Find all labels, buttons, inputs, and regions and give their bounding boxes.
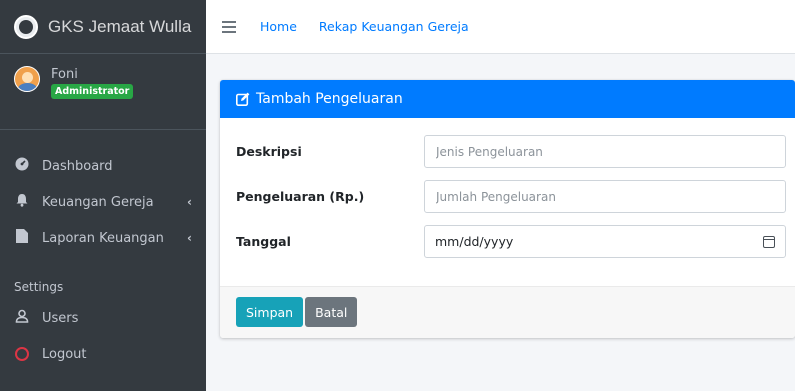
settings-header: Settings [14,280,64,294]
circle-icon [15,347,29,361]
chevron-left-icon: ‹ [187,231,192,245]
deskripsi-input[interactable] [424,135,786,168]
edit-icon [236,92,250,106]
pengeluaran-label: Pengeluaran (Rp.) [236,189,365,204]
form-row-deskripsi: Deskripsi [236,135,786,168]
sidebar-item-users[interactable]: Users [0,300,206,336]
user-panel: Foni Administrator [0,54,206,130]
nav-link-home[interactable]: Home [260,19,297,34]
chevron-left-icon: ‹ [187,195,192,209]
user-name[interactable]: Foni [51,67,133,82]
form-row-pengeluaran: Pengeluaran (Rp.) [236,180,786,213]
sidebar-item-logout[interactable]: Logout [0,336,206,372]
tachometer-icon [14,157,30,175]
sidebar-item-laporan-keuangan[interactable]: Laporan Keuangan ‹ [0,220,206,256]
sidebar-item-label: Users [42,310,79,326]
avatar [14,66,40,92]
menu-icon[interactable] [222,18,236,36]
save-button[interactable]: Simpan [236,297,304,327]
card-footer: Simpan Batal [220,286,795,338]
form-card: Tambah Pengeluaran Deskripsi Pengeluaran… [220,80,795,338]
pengeluaran-input[interactable] [424,180,786,213]
date-value: mm/dd/yyyy [435,234,514,249]
form-row-tanggal: Tanggal mm/dd/yyyy [236,225,786,258]
user-icon [14,309,30,327]
brand-logo-icon [14,14,38,39]
sidebar-item-dashboard[interactable]: Dashboard [0,148,206,184]
file-icon [14,229,30,247]
card-title: Tambah Pengeluaran [256,91,403,107]
brand-text: GKS Jemaat Wulla [48,16,192,36]
tanggal-date-input[interactable]: mm/dd/yyyy [424,225,786,258]
tanggal-label: Tanggal [236,234,291,249]
cancel-button[interactable]: Batal [305,297,358,327]
bell-icon [14,193,30,211]
sidebar-item-label: Logout [42,346,87,362]
sidebar-item-label: Keuangan Gereja [42,194,154,210]
sidebar-item-label: Laporan Keuangan [42,230,164,246]
sidebar-item-keuangan-gereja[interactable]: Keuangan Gereja ‹ [0,184,206,220]
sidebar-item-label: Dashboard [42,158,113,174]
sidebar: GKS Jemaat Wulla Foni Administrator Dash… [0,0,206,391]
calendar-icon[interactable] [763,235,775,248]
top-navbar: Home Rekap Keuangan Gereja [206,0,795,54]
deskripsi-label: Deskripsi [236,144,302,159]
role-badge: Administrator [51,84,134,99]
nav-link-rekap-keuangan[interactable]: Rekap Keuangan Gereja [319,19,469,34]
brand-link[interactable]: GKS Jemaat Wulla [0,0,206,54]
sidebar-nav: Dashboard Keuangan Gereja ‹ Laporan Keua… [0,130,206,372]
card-header: Tambah Pengeluaran [220,80,795,118]
